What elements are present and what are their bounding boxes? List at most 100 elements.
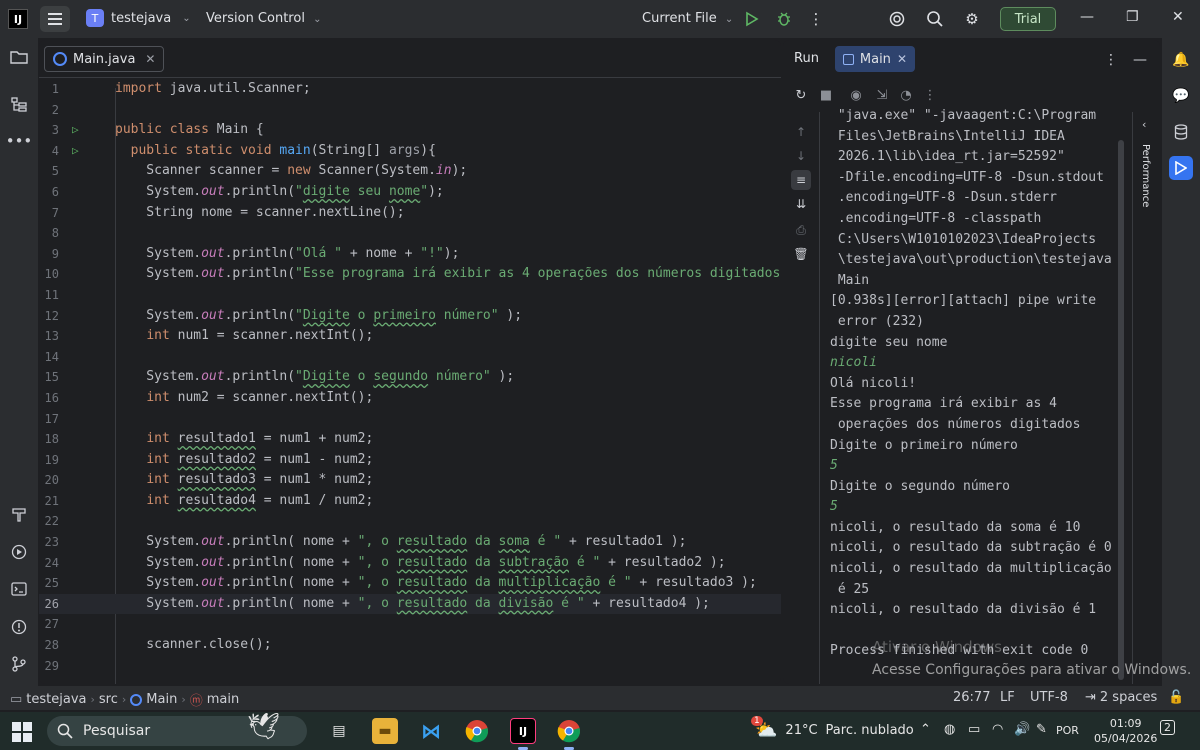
main-menu-button[interactable] (40, 6, 70, 32)
file-explorer-icon[interactable]: ▬ (372, 718, 398, 744)
code-line[interactable]: 10 System.out.println("Esse programa irá… (39, 264, 781, 285)
taskbar-search[interactable]: Pesquisar 🕊 (47, 712, 307, 746)
code-text[interactable]: System.out.println( nome + ", o resultad… (115, 532, 686, 553)
code-line[interactable]: 18 int resultado1 = num1 + num2; (39, 429, 781, 450)
code-text[interactable]: int num2 = scanner.nextInt(); (115, 388, 373, 409)
minimize-panel-icon[interactable]: — (1133, 52, 1147, 68)
line-number[interactable]: 24 (39, 553, 59, 574)
run-tab-main[interactable]: Main ✕ (835, 46, 915, 72)
more-icon[interactable]: ⋮ (921, 85, 939, 105)
line-number[interactable]: 27 (39, 614, 59, 635)
line-number[interactable]: 4 (39, 141, 59, 162)
close-icon[interactable]: ✕ (1172, 9, 1184, 25)
gutter-run-icon[interactable]: ▷ (72, 141, 79, 162)
structure-icon[interactable] (8, 94, 30, 116)
breadcrumb-project[interactable]: testejava (26, 692, 86, 707)
code-line[interactable]: 5 Scanner scanner = new Scanner(System.i… (39, 161, 781, 182)
more-icon[interactable]: ⋮ (1104, 52, 1118, 68)
code-text[interactable]: String nome = scanner.nextLine(); (115, 203, 404, 224)
line-number[interactable]: 8 (39, 223, 59, 244)
code-line[interactable]: 17 (39, 409, 781, 430)
performance-label[interactable]: Performance (1140, 144, 1151, 207)
restore-icon[interactable]: ❐ (1126, 9, 1139, 25)
gutter-run-icon[interactable]: ▷ (72, 120, 79, 141)
line-number[interactable]: 12 (39, 306, 59, 327)
weather-widget[interactable]: ⛅ 1 21°C Parc. nublado (751, 716, 914, 741)
intellij-taskbar-icon[interactable]: IJ (510, 718, 536, 744)
project-folder-icon[interactable] (8, 46, 30, 68)
close-tab-icon[interactable]: ✕ (145, 52, 155, 66)
profiler-icon[interactable]: ◔ (897, 85, 915, 105)
tray-app-icon[interactable]: ◍ (944, 722, 955, 737)
line-number[interactable]: 16 (39, 388, 59, 409)
build-hammer-icon[interactable] (8, 504, 30, 526)
code-line[interactable]: 19 int resultado2 = num1 - num2; (39, 450, 781, 471)
arrow-down-icon[interactable]: ↓ (791, 146, 811, 166)
code-text[interactable]: int num1 = scanner.nextInt(); (115, 326, 373, 347)
code-line[interactable]: 28 scanner.close(); (39, 635, 781, 656)
code-line[interactable]: 27 (39, 614, 781, 635)
code-area[interactable]: 1 import java.util.Scanner; 2 3 ▷ public clas… (39, 79, 781, 676)
task-view-icon[interactable]: ▤ (326, 718, 352, 744)
terminal-icon[interactable] (8, 578, 30, 600)
code-line[interactable]: 14 (39, 347, 781, 368)
code-text[interactable]: System.out.println( nome + ", o resultad… (115, 594, 710, 615)
line-number[interactable]: 29 (39, 656, 59, 677)
soft-wrap-icon[interactable]: ≡ (791, 170, 811, 190)
line-number[interactable]: 20 (39, 470, 59, 491)
code-text[interactable]: System.out.println( nome + ", o resultad… (115, 553, 725, 574)
code-text[interactable]: System.out.println( nome + ", o resultad… (115, 573, 757, 594)
code-line[interactable]: 24 System.out.println( nome + ", o resul… (39, 553, 781, 574)
chevron-up-icon[interactable]: ⌃ (920, 722, 931, 737)
code-line[interactable]: 4 ▷ public static void main(String[] args… (39, 141, 781, 162)
line-number[interactable]: 7 (39, 203, 59, 224)
code-editor[interactable]: Main.java ✕ 1 import java.util.Scanner; 2 3… (39, 40, 781, 684)
code-text[interactable]: System.out.println("Digite o primeiro nú… (115, 306, 522, 327)
chrome-profile-icon[interactable] (556, 718, 582, 744)
code-line[interactable]: 23 System.out.println( nome + ", o resul… (39, 532, 781, 553)
debug-icon[interactable] (773, 8, 795, 30)
breadcrumb-class[interactable]: Main (146, 692, 177, 707)
line-number[interactable]: 10 (39, 264, 59, 285)
code-line[interactable]: 26 System.out.println( nome + ", o resul… (39, 593, 781, 615)
ai-chat-icon[interactable]: 💬 (1169, 84, 1193, 108)
code-text[interactable]: int resultado4 = num1 / num2; (115, 491, 373, 512)
code-line[interactable]: 29 (39, 656, 781, 677)
code-line[interactable]: 11 (39, 285, 781, 306)
line-number[interactable]: 1 (39, 79, 59, 100)
trash-icon[interactable]: 🗑 (791, 244, 811, 264)
code-line[interactable]: 13 int num1 = scanner.nextInt(); (39, 326, 781, 347)
breadcrumb-src[interactable]: src (99, 692, 118, 707)
code-text[interactable]: public class Main { (115, 120, 264, 141)
input-language[interactable]: POR (1056, 724, 1079, 737)
project-selector[interactable]: T testejava ⌄ (86, 9, 191, 27)
run-icon[interactable] (741, 8, 763, 30)
file-encoding[interactable]: UTF-8 (1030, 690, 1068, 705)
code-text[interactable]: import java.util.Scanner; (115, 79, 311, 100)
line-number[interactable]: 23 (39, 532, 59, 553)
line-number[interactable]: 15 (39, 367, 59, 388)
code-text[interactable]: int resultado3 = num1 * num2; (115, 470, 373, 491)
scroll-to-end-icon[interactable]: ⇊ (791, 194, 811, 214)
ai-assistant-icon[interactable] (886, 8, 908, 30)
code-text[interactable]: int resultado2 = num1 - num2; (115, 450, 373, 471)
indent-setting[interactable]: ⇥ 2 spaces (1085, 690, 1157, 705)
windows-start-icon[interactable] (12, 722, 32, 742)
code-text[interactable]: System.out.println("Esse programa irá ex… (115, 264, 781, 285)
rerun-icon[interactable]: ↻ (792, 85, 810, 105)
chrome-icon[interactable] (464, 718, 490, 744)
code-line[interactable]: 20 int resultado3 = num1 * num2; (39, 470, 781, 491)
settings-gear-icon[interactable]: ⚙ (961, 8, 983, 30)
code-line[interactable]: 3 ▷ public class Main { (39, 120, 781, 141)
line-separator[interactable]: LF (1000, 690, 1015, 705)
code-text[interactable]: public static void main(String[] args){ (115, 141, 436, 162)
code-text[interactable]: scanner.close(); (115, 635, 271, 656)
code-line[interactable]: 12 System.out.println("Digite o primeiro… (39, 306, 781, 327)
code-line[interactable]: 1 import java.util.Scanner; (39, 79, 781, 100)
line-number[interactable]: 22 (39, 511, 59, 532)
breadcrumb-method[interactable]: main (207, 692, 239, 707)
console-scrollbar[interactable] (1118, 140, 1124, 680)
code-text[interactable]: System.out.println("Digite o segundo núm… (115, 367, 514, 388)
line-number[interactable]: 3 (39, 120, 59, 141)
database-icon[interactable] (1169, 120, 1193, 144)
